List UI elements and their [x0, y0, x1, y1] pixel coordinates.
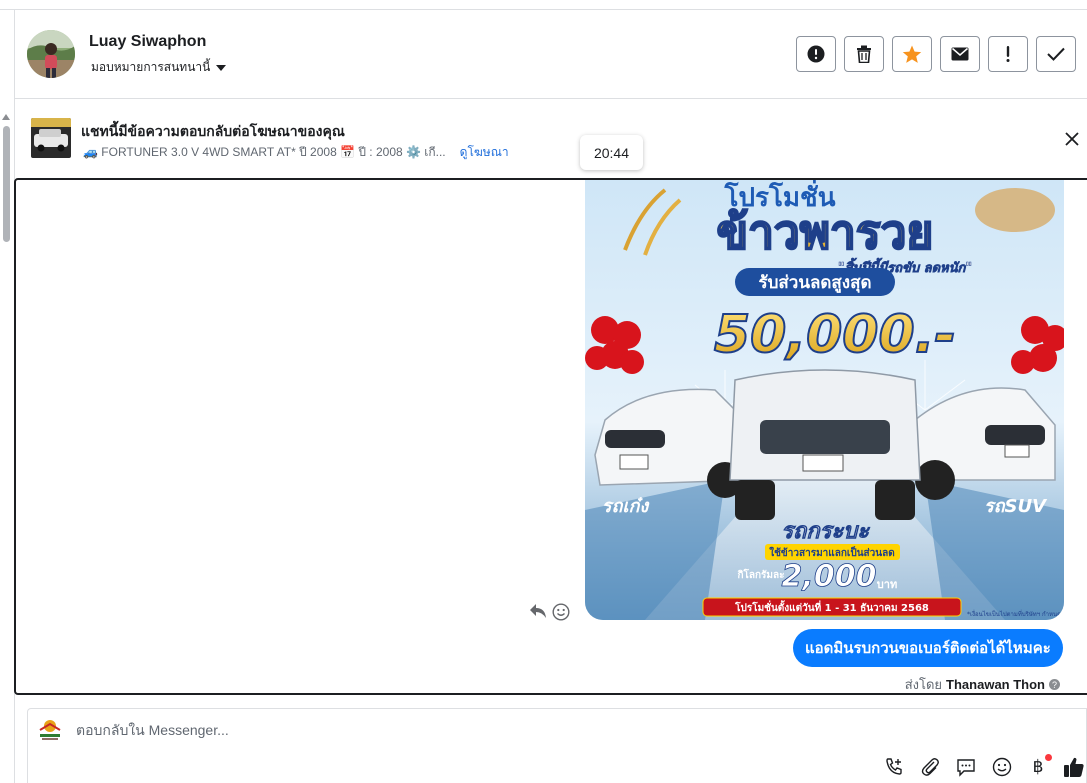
promo-fine-print: *เงื่อนไขเป็นไปตามที่บริษัทฯ กำหนด: [967, 609, 1061, 618]
vertical-scrollbar[interactable]: [2, 114, 11, 244]
star-button[interactable]: [892, 36, 932, 72]
star-icon: [902, 45, 922, 63]
check-icon: [1047, 47, 1065, 61]
scroll-up-arrow-icon[interactable]: [2, 114, 10, 120]
alert-circle-icon: [807, 45, 825, 63]
saved-reply-icon[interactable]: [955, 756, 977, 778]
reply-composer: ฿: [27, 708, 1087, 783]
conversation-actions: [796, 36, 1076, 72]
composer-toolbar: ฿: [883, 754, 1085, 778]
caret-down-icon: [216, 64, 227, 71]
promo-price: 2,000: [782, 559, 877, 594]
mark-important-button[interactable]: [988, 36, 1028, 72]
sender-name: Thanawan Thon: [946, 677, 1045, 692]
report-spam-button[interactable]: [796, 36, 836, 72]
inbox-conversation-view: Luay Siwaphon มอบหมายการสนทนานี้ แชทนี้ม…: [0, 0, 1087, 783]
user-name[interactable]: Luay Siwaphon: [89, 33, 206, 51]
timestamp-tooltip: 20:44: [580, 135, 643, 170]
paperclip-icon[interactable]: [919, 756, 941, 778]
ad-subtitle-row: 🚙 FORTUNER 3.0 V 4WD SMART AT* ปี 2008 📅…: [83, 143, 509, 162]
reply-input[interactable]: [76, 722, 776, 738]
page-logo: [37, 717, 63, 743]
exclamation-icon: [1006, 46, 1010, 62]
reply-icon[interactable]: [529, 603, 547, 624]
delete-button[interactable]: [844, 36, 884, 72]
outgoing-message-bubble[interactable]: แอดมินรบกวนขอเบอร์ติดต่อได้ไหมคะ: [793, 629, 1063, 667]
help-icon[interactable]: ?: [1049, 679, 1060, 690]
promo-headline-main: ข้าวพารวย: [717, 205, 934, 259]
top-divider: [0, 0, 1087, 10]
ad-thumbnail[interactable]: [31, 118, 71, 158]
promo-sedan-label: รถเก๋ง: [602, 496, 651, 517]
promo-period: โปรโมชั่นตั้งแต่วันที่ 1 - 31 ธันวาคม 25…: [734, 600, 929, 614]
react-emoji-icon[interactable]: [552, 603, 570, 626]
sent-by-info: ส่งโดย Thanawan Thon ?: [904, 674, 1060, 693]
assign-conversation-dropdown[interactable]: มอบหมายการสนทนานี้: [91, 58, 227, 77]
conversation-header: Luay Siwaphon มอบหมายการสนทนานี้: [15, 11, 1087, 99]
add-call-icon[interactable]: [883, 756, 905, 778]
ad-subtitle: 🚙 FORTUNER 3.0 V 4WD SMART AT* ปี 2008 📅…: [83, 145, 446, 159]
promo-baht: บาท: [877, 578, 897, 591]
thumbs-up-icon[interactable]: [1063, 756, 1085, 778]
view-ad-link[interactable]: ดูโฆษณา: [460, 143, 509, 162]
mark-unread-button[interactable]: [940, 36, 980, 72]
assign-label: มอบหมายการสนทนานี้: [91, 60, 211, 74]
close-ad-banner-button[interactable]: [1061, 128, 1083, 150]
promo-discount-label: รับส่วนลดสูงสุด: [758, 273, 871, 294]
close-icon: [1065, 132, 1079, 146]
baht-payment-icon[interactable]: ฿: [1027, 754, 1052, 778]
notification-dot: [1045, 754, 1052, 761]
sent-by-label: ส่งโดย: [904, 677, 943, 692]
scrollbar-thumb[interactable]: [3, 126, 10, 242]
message-thread: โปรโมชั่น ข้าวพารวย "สิ้นปีนี้มีรถขับ ลด…: [14, 178, 1087, 695]
envelope-icon: [951, 47, 969, 61]
mark-done-button[interactable]: [1036, 36, 1076, 72]
promo-pickup-label: รถกระบะ: [781, 519, 870, 544]
promo-image-attachment[interactable]: โปรโมชั่น ข้าวพารวย "สิ้นปีนี้มีรถขับ ลด…: [585, 180, 1064, 620]
promo-suv-label: รถSUV: [984, 496, 1048, 517]
promo-discount-value: 50,000.-: [714, 305, 956, 365]
avatar[interactable]: [27, 30, 75, 78]
promo-per-kg: กิโลกรัมละ: [737, 568, 784, 581]
ad-reply-title: แชทนี้มีข้อความตอบกลับต่อโฆษณาของคุณ: [81, 123, 345, 139]
promo-rice-label: ใช้ข้าวสารมาแลกเป็นส่วนลด: [769, 545, 894, 559]
trash-icon: [857, 45, 871, 63]
emoji-icon[interactable]: [991, 756, 1013, 778]
